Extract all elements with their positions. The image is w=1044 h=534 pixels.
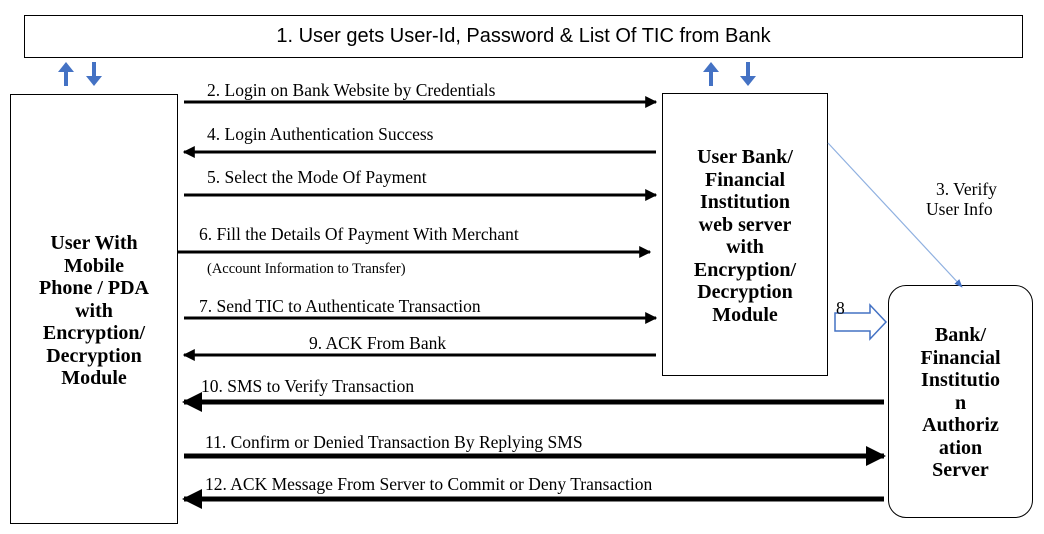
verify-label-line1: 3. Verify [936,179,997,199]
message-9: 9. ACK From Bank [309,333,447,353]
message-6-note: (Account Information to Transfer) [207,261,406,277]
message-4: 4. Login Authentication Success [207,124,434,144]
message-6: 6. Fill the Details Of Payment With Merc… [199,224,519,244]
message-10: 10. SMS to Verify Transaction [201,376,415,396]
verify-label-line2: User Info [926,199,993,219]
down-arrow-icon [86,62,102,86]
up-arrow-icon [58,62,74,86]
arrows-layer [58,62,963,509]
message-12: 12. ACK Message From Server to Commit or… [205,474,653,494]
message-2: 2. Login on Bank Website by Credentials [207,80,496,100]
message-7: 7. Send TIC to Authenticate Transaction [199,296,481,316]
down-arrow-icon [740,62,756,86]
up-arrow-icon [703,62,719,86]
message-8: 8 [836,298,845,318]
message-11: 11. Confirm or Denied Transaction By Rep… [205,432,583,452]
message-5: 5. Select the Mode Of Payment [207,167,427,187]
